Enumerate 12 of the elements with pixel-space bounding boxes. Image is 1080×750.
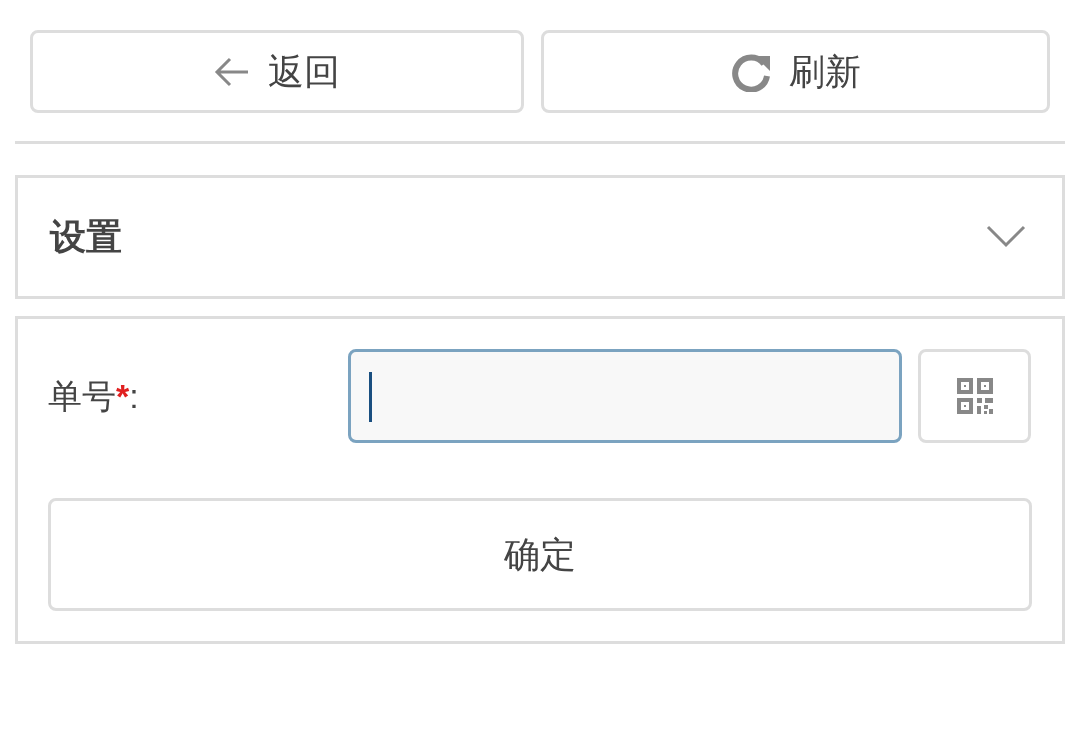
chevron-icon[interactable] bbox=[986, 225, 1026, 249]
back-arrow-icon bbox=[214, 56, 250, 87]
refresh-button[interactable]: 刷新 bbox=[541, 30, 1050, 113]
scan-button[interactable] bbox=[918, 349, 1031, 443]
confirm-button[interactable]: 确定 bbox=[48, 498, 1032, 611]
settings-header[interactable]: 设置 bbox=[15, 175, 1065, 299]
input-field[interactable] bbox=[348, 349, 902, 443]
text-cursor bbox=[369, 372, 372, 422]
field-label: 单号*: bbox=[48, 375, 140, 417]
settings-title: 设置 bbox=[50, 215, 122, 259]
qr-code-icon bbox=[954, 376, 995, 416]
back-button[interactable]: 返回 bbox=[30, 30, 524, 113]
